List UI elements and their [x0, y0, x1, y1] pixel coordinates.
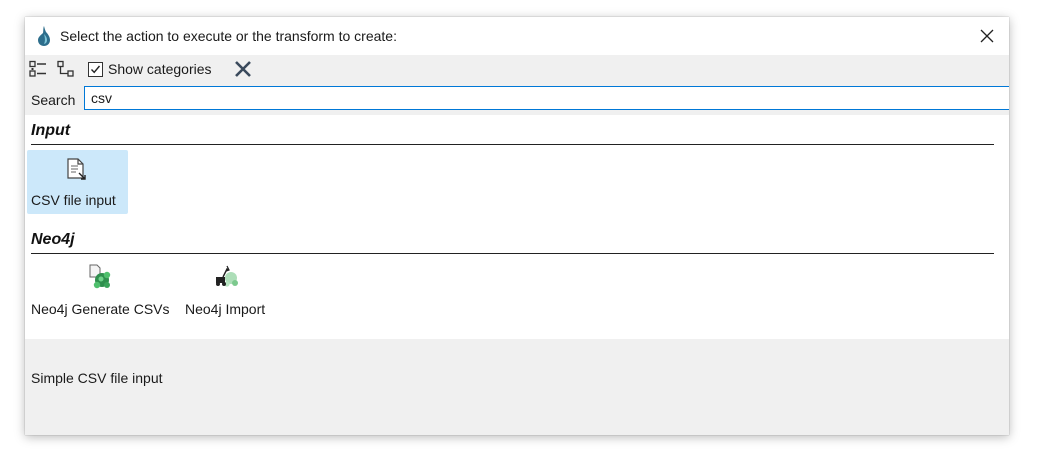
item-description: Simple CSV file input — [31, 370, 163, 386]
item-label: Neo4j Import — [185, 301, 266, 317]
close-x-icon — [235, 61, 251, 77]
csv-file-input-icon — [63, 156, 91, 184]
action-dialog: Select the action to execute or the tran… — [25, 17, 1009, 435]
item-csv-file-input[interactable]: CSV file input — [27, 150, 128, 214]
clear-search-button[interactable] — [231, 57, 255, 81]
title-bar: Select the action to execute or the tran… — [25, 17, 1009, 55]
window-title: Select the action to execute or the tran… — [60, 28, 397, 44]
item-label: Neo4j Generate CSVs — [31, 301, 170, 317]
collapse-tree-button[interactable] — [55, 58, 77, 80]
show-categories-label: Show categories — [108, 61, 212, 77]
neo4j-generate-csv-icon — [87, 263, 115, 291]
category-divider — [31, 253, 994, 254]
close-button[interactable] — [971, 21, 1003, 51]
item-neo4j-generate-csvs[interactable]: Neo4j Generate CSVs — [27, 258, 175, 322]
checkbox-box[interactable] — [88, 62, 103, 77]
neo4j-import-icon — [213, 263, 241, 291]
close-icon — [980, 29, 994, 43]
item-neo4j-import[interactable]: Neo4j Import — [181, 258, 281, 322]
category-title-neo4j: Neo4j — [31, 231, 75, 248]
category-divider — [31, 144, 994, 145]
expand-all-button[interactable] — [27, 58, 49, 80]
category-title-input: Input — [31, 122, 71, 139]
checkmark-icon — [90, 65, 101, 74]
app-logo-icon — [36, 25, 52, 47]
search-label: Search — [31, 92, 76, 108]
toolbar: Show categories — [25, 55, 1009, 85]
list-icon — [29, 60, 46, 77]
results-panel: Input CSV file input Neo4j Neo4j Generat… — [25, 115, 1009, 339]
tree-icon — [57, 60, 74, 77]
search-input[interactable] — [84, 86, 1009, 110]
item-label: CSV file input — [31, 192, 116, 208]
